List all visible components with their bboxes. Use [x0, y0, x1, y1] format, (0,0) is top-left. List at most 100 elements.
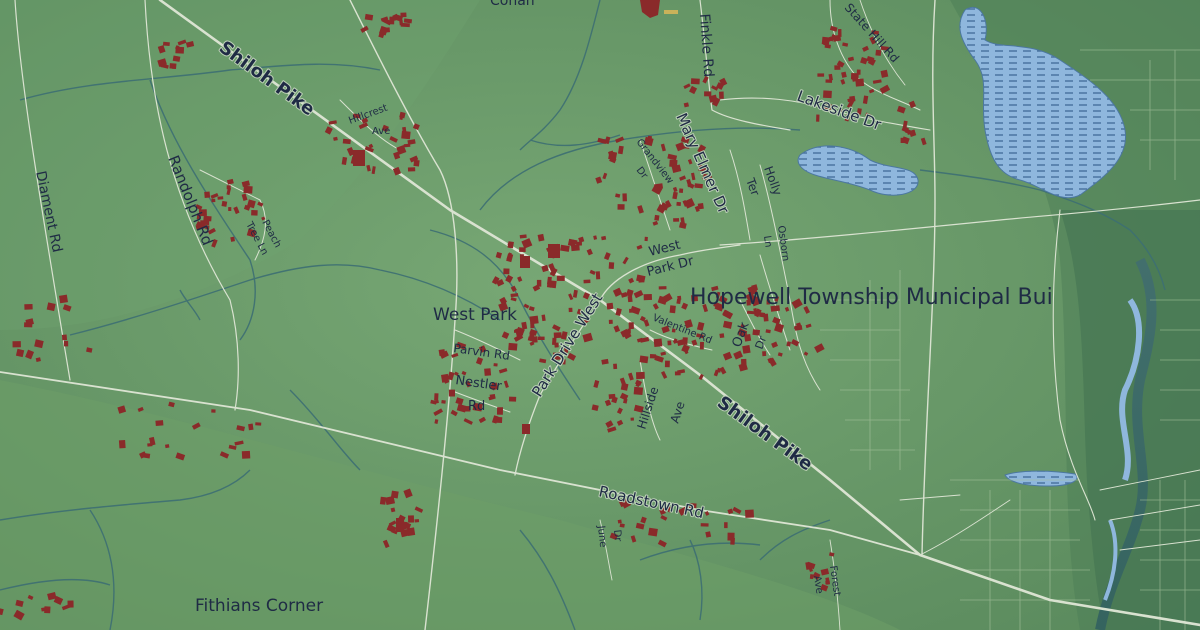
building-footprint [850, 73, 859, 80]
building-footprint [211, 198, 216, 203]
label-june-dr: Dr [611, 529, 623, 543]
building-footprint [204, 191, 211, 198]
building-footprint [169, 63, 177, 69]
building-footprint [568, 307, 573, 313]
building-footprint [669, 159, 678, 168]
building-footprint [719, 333, 725, 339]
building-footprint [719, 91, 724, 99]
building-footprint [12, 341, 21, 348]
building-footprint [622, 193, 627, 202]
building-footprint [400, 12, 407, 18]
building-footprint [690, 78, 700, 85]
building-footprint [816, 114, 820, 122]
building-footprint [667, 340, 672, 346]
building-footprint [679, 188, 684, 194]
label-hopewell: Hopewell Township Municipal Bui [690, 285, 1053, 310]
building-footprint [546, 280, 557, 289]
building-footprint [24, 304, 33, 310]
map-canvas[interactable]: Shiloh Pike Shiloh Pike Diament Rd Rando… [0, 0, 1200, 630]
building-footprint [342, 138, 351, 145]
building-footprint [243, 185, 253, 194]
building-footprint [617, 204, 625, 210]
building-footprint [400, 22, 410, 28]
map-svg: Shiloh Pike Shiloh Pike Diament Rd Rando… [0, 0, 1200, 630]
building-footprint [537, 336, 545, 340]
label-hillcrest-ave: Ave [372, 126, 390, 137]
building-footprint [608, 393, 616, 399]
building-footprint [241, 450, 251, 459]
building-footprint [654, 214, 660, 221]
building-footprint [628, 322, 634, 330]
building-footprint [834, 65, 841, 70]
building-footprint [228, 207, 232, 211]
building-footprint [608, 151, 618, 161]
building-footprint [608, 319, 613, 324]
building-footprint [401, 130, 411, 140]
building-footprint [519, 234, 527, 239]
building-footprint [226, 185, 231, 190]
building-footprint [900, 137, 907, 143]
building-footprint [441, 400, 446, 404]
building-footprint [636, 371, 645, 380]
building-footprint [647, 135, 652, 144]
building-footprint [165, 444, 170, 449]
building-footprint [414, 519, 420, 523]
building-footprint-large [548, 244, 560, 258]
building-footprint [613, 363, 618, 370]
building-footprint [653, 338, 663, 348]
building-footprint [567, 238, 576, 247]
building-footprint [583, 279, 591, 284]
building-footprint [724, 522, 728, 529]
building-footprint [59, 294, 68, 304]
building-footprint [669, 305, 676, 314]
building-footprint [413, 159, 420, 167]
building-footprint [704, 91, 712, 97]
building-footprint [673, 218, 680, 222]
building-footprint [536, 279, 542, 287]
building-footprint-large [353, 150, 365, 166]
building-footprint [694, 183, 703, 189]
building-footprint [821, 36, 830, 45]
building-footprint [745, 509, 755, 518]
building-footprint [643, 294, 653, 301]
building-footprint [484, 368, 492, 376]
building-footprint [217, 196, 224, 200]
building-footprint [496, 407, 503, 415]
building-footprint [606, 302, 614, 310]
building-footprint [63, 340, 69, 347]
building-footprint [61, 334, 68, 341]
building-footprint [763, 313, 769, 322]
building-footprint-large [396, 518, 404, 532]
building-footprint [493, 416, 503, 424]
building-footprint [658, 286, 667, 290]
building-footprint [700, 523, 709, 527]
building-footprint [825, 79, 833, 83]
building-footprint [639, 355, 649, 364]
label-cohan-fragment: Cohan [490, 0, 535, 9]
building-footprint [211, 409, 216, 413]
building-footprint-large [522, 424, 530, 434]
building-footprint [595, 271, 601, 280]
building-footprint [617, 519, 622, 524]
building-footprint [508, 396, 517, 402]
building-footprint [390, 490, 399, 499]
building-footprint [674, 371, 681, 376]
label-fithians-corner: Fithians Corner [195, 596, 323, 616]
building-footprint [817, 73, 825, 77]
building-footprint [855, 78, 865, 87]
building-footprint [676, 201, 681, 206]
building-footprint [630, 417, 635, 421]
building-footprint [407, 167, 416, 172]
label-osborn-ln: Ln [761, 235, 774, 248]
building-footprint [448, 389, 455, 397]
building-footprint [46, 302, 56, 312]
building-footprint [556, 275, 565, 282]
building-footprint [633, 386, 644, 396]
building-footprint [441, 373, 450, 383]
building-footprint [676, 299, 681, 305]
building-footprint [67, 600, 74, 608]
building-footprint [644, 236, 648, 242]
building-footprint [155, 420, 164, 426]
building-footprint [221, 200, 228, 207]
building-footprint [408, 515, 415, 523]
